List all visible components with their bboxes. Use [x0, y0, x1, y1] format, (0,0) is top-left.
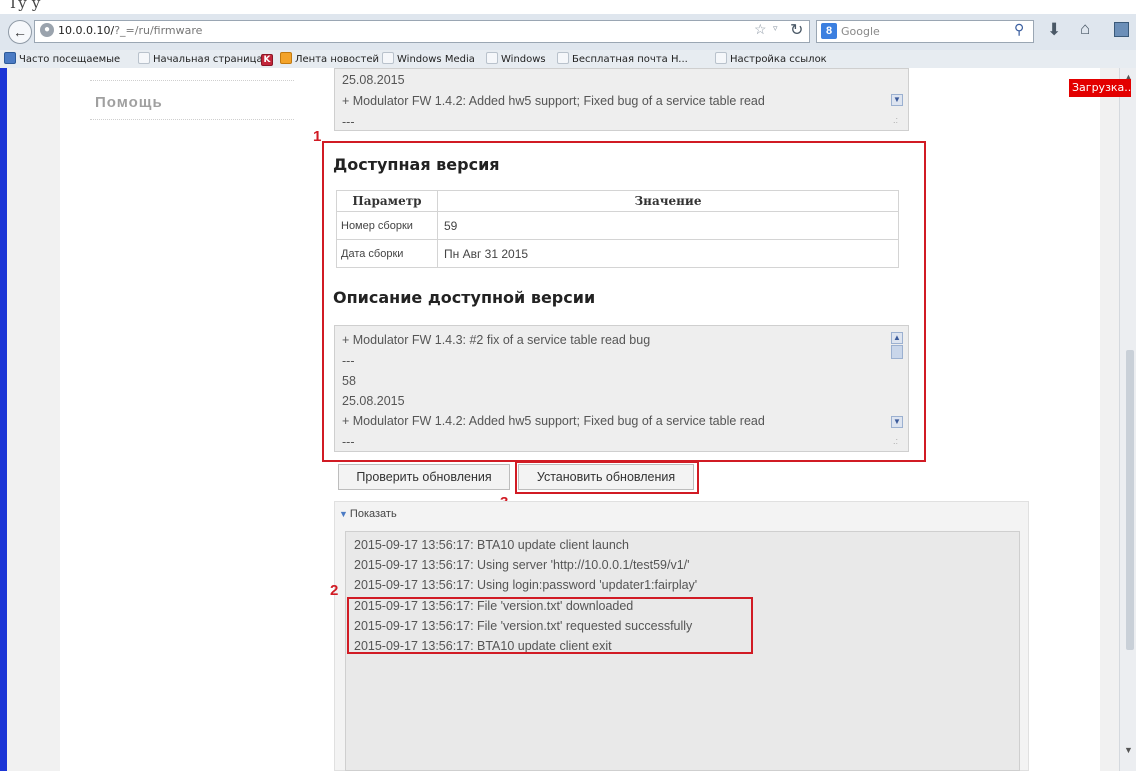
log-line: 2015-09-17 13:56:17: Using login:passwor…	[354, 578, 698, 592]
bookmark-news-feed[interactable]: Лента новостей	[280, 52, 379, 65]
annotation-box-1	[322, 141, 926, 462]
page-icon	[138, 52, 150, 64]
globe-icon: ●	[40, 23, 54, 37]
document-fragment: Ту у	[0, 0, 1136, 14]
page-icon	[715, 52, 727, 64]
textarea-line: ---	[342, 115, 355, 129]
search-engine-icon[interactable]: 8	[821, 23, 837, 39]
show-toggle-label: Показать	[349, 508, 397, 520]
show-toggle[interactable]: ▼ Показать	[339, 508, 397, 520]
annotation-box-3	[515, 461, 699, 494]
chevron-down-icon[interactable]: ▿	[773, 23, 778, 34]
textarea-line: 25.08.2015	[342, 73, 405, 87]
left-accent-stripe	[0, 68, 7, 771]
bookmark-label: Начальная страница	[153, 54, 263, 65]
download-icon[interactable]: ⬇	[1047, 20, 1061, 40]
bookmark-label: Настройка ссылок	[730, 54, 827, 65]
bookmark-windows-media[interactable]: Windows Media	[382, 52, 475, 65]
url-path: ?_=/ru/firmware	[114, 24, 203, 37]
bookmark-label: Windows Media	[397, 54, 475, 65]
scroll-down-icon[interactable]: ▼	[1124, 745, 1133, 755]
check-updates-button[interactable]: Проверить обновления	[338, 464, 510, 490]
bookmark-link-settings[interactable]: Настройка ссылок	[715, 52, 827, 65]
url-text[interactable]: 10.0.0.10/?_=/ru/firmware	[58, 24, 202, 37]
bookmark-label: Часто посещаемые	[19, 54, 121, 65]
textarea-line: + Modulator FW 1.4.2: Added hw5 support;…	[342, 94, 765, 108]
rss-icon	[280, 52, 292, 64]
page-icon	[557, 52, 569, 64]
log-line: 2015-09-17 13:56:17: BTA10 update client…	[354, 538, 629, 552]
bookmark-k[interactable]: K	[261, 52, 276, 66]
bookmark-label: Бесплатная почта H...	[572, 54, 688, 65]
log-line: 2015-09-17 13:56:17: Using server 'http:…	[354, 558, 690, 572]
bookmark-label: Лента новостей	[295, 54, 379, 65]
bookmark-label: Windows	[501, 54, 546, 65]
resize-grip-icon[interactable]: .:	[893, 115, 898, 125]
search-icon[interactable]: ⚲	[1014, 21, 1024, 38]
scroll-down-icon[interactable]: ▼	[891, 94, 903, 106]
annotation-box-2	[347, 597, 753, 654]
sidebar-divider	[90, 119, 294, 120]
sidebar-item-help[interactable]: Помощь	[95, 94, 163, 111]
search-engine-label: Google	[841, 25, 880, 38]
current-version-description-textarea[interactable]: 25.08.2015 + Modulator FW 1.4.2: Added h…	[334, 68, 909, 131]
page-icon	[382, 52, 394, 64]
triangle-down-icon: ▼	[339, 509, 348, 519]
sidebar-divider	[90, 80, 294, 81]
loading-badge: Загрузка...	[1069, 79, 1131, 97]
url-host: 10.0.0.10/	[58, 24, 115, 37]
extension-icon[interactable]	[1114, 22, 1129, 37]
home-icon[interactable]: ⌂	[1080, 19, 1090, 39]
star-icon[interactable]: ☆	[754, 21, 767, 38]
scrollbar-thumb[interactable]	[1126, 350, 1134, 650]
annotation-number-1: 1	[313, 128, 322, 145]
reload-icon[interactable]: ↻	[790, 20, 803, 40]
bookmark-most-visited[interactable]: Часто посещаемые	[4, 52, 120, 65]
back-arrow-icon[interactable]: ←	[8, 20, 32, 44]
bookmark-start-page[interactable]: Начальная страница	[138, 52, 263, 65]
k-logo-icon: K	[261, 54, 273, 66]
bookmark-folder-icon	[4, 52, 16, 64]
bookmark-free-mail[interactable]: Бесплатная почта H...	[557, 52, 688, 65]
page-icon	[486, 52, 498, 64]
bookmarks-bar: Часто посещаемые Начальная страница K Ле…	[0, 50, 1136, 69]
annotation-number-2: 2	[330, 582, 339, 599]
bookmark-windows[interactable]: Windows	[486, 52, 546, 65]
